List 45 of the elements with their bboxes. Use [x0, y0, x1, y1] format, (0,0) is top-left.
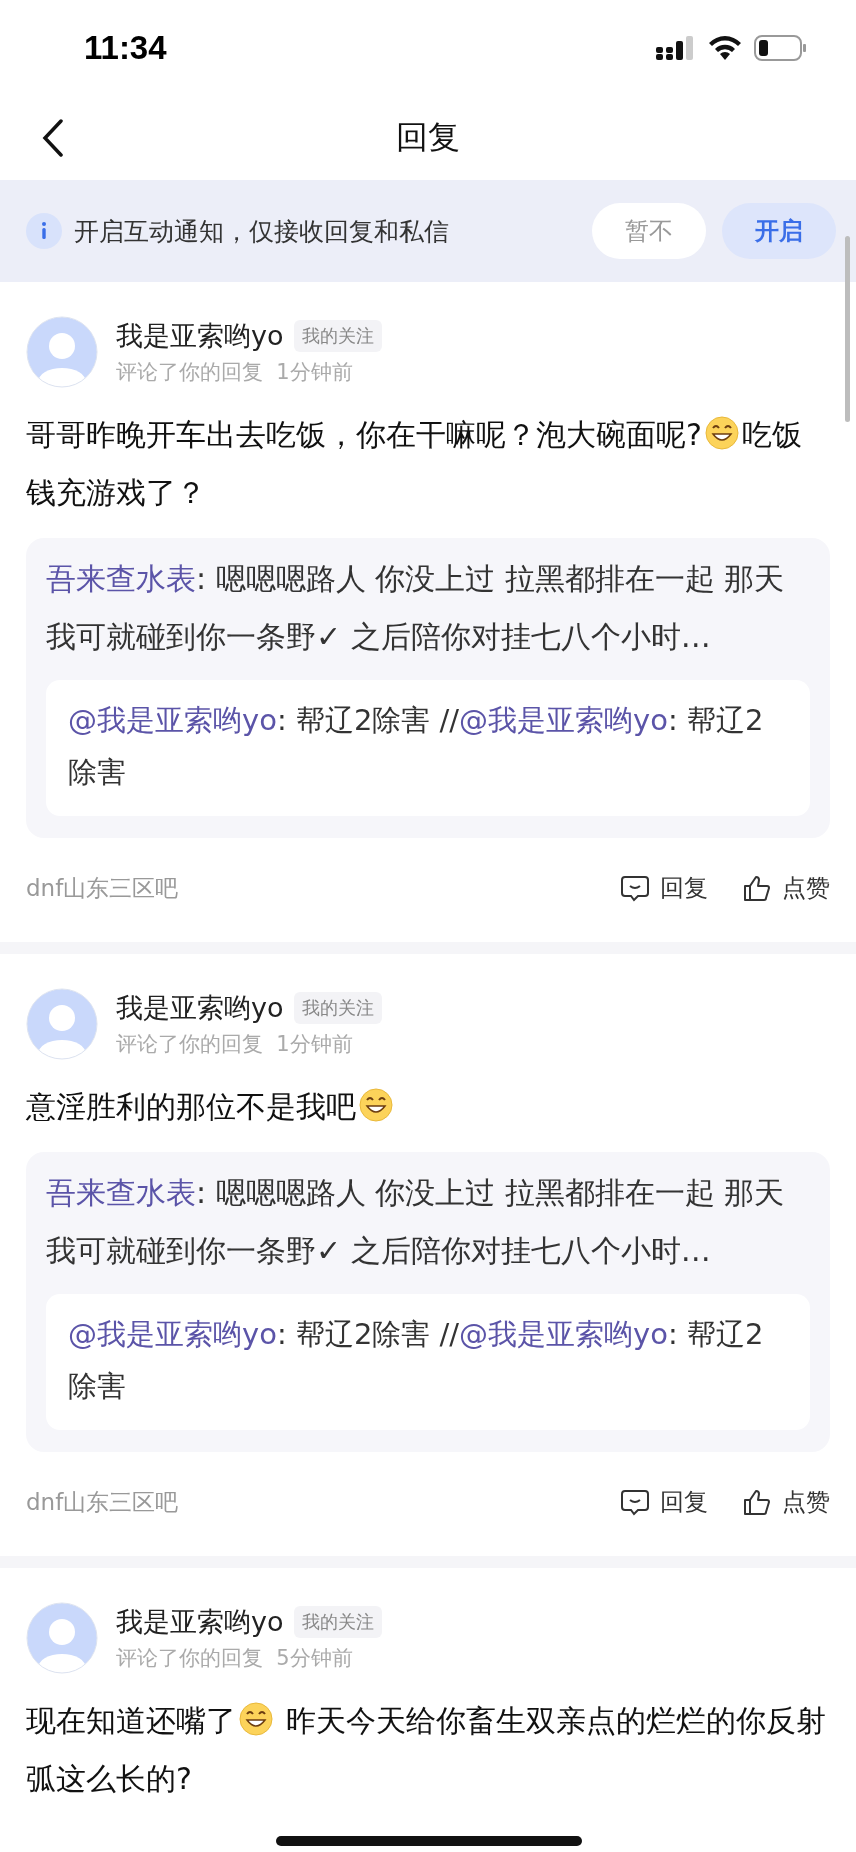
emoji-icon — [358, 1087, 394, 1123]
follow-tag: 我的关注 — [293, 1606, 382, 1638]
avatar — [26, 316, 98, 388]
quote-text: 吾来查水表: 嗯嗯嗯路人 你没上过 拉黑都排在一起 那天我可就碰到你一条野✓ 之后陪你对挂七八个小时… — [46, 1174, 786, 1270]
signal-icon — [656, 35, 696, 60]
like-button[interactable]: 点赞 — [742, 872, 830, 904]
mention-link[interactable]: @我是亚索哟yo — [68, 703, 277, 737]
thumbs-up-icon — [742, 1487, 772, 1517]
username[interactable]: 我是亚索哟yo — [116, 1604, 284, 1640]
mention-link[interactable]: @我是亚索哟yo — [459, 703, 668, 737]
status-time: 11:34 — [84, 28, 167, 67]
reply-button[interactable]: 回复 — [620, 1486, 708, 1518]
thumbs-up-icon — [742, 873, 772, 903]
author-link[interactable]: 吾来查水表 — [46, 561, 196, 596]
reply-text: 哥哥昨晚开车出去吃饭，你在干嘛呢？泡大碗面呢? 吃饭钱充游戏了？ — [26, 414, 803, 512]
author-link[interactable]: 吾来查水表 — [46, 1175, 196, 1210]
battery-icon — [754, 34, 808, 61]
back-icon[interactable] — [42, 119, 64, 157]
follow-tag: 我的关注 — [293, 992, 382, 1024]
reply-meta: 评论了你的回复 5分钟前 — [116, 1645, 354, 1672]
username[interactable]: 我是亚索哟yo — [116, 990, 284, 1026]
quote-text: 吾来查水表: 嗯嗯嗯路人 你没上过 拉黑都排在一起 那天我可就碰到你一条野✓ 之后陪你对挂七八个小时… — [46, 560, 786, 656]
emoji-icon — [238, 1701, 274, 1737]
mention-link[interactable]: @我是亚索哟yo — [68, 1317, 277, 1351]
comment-icon — [620, 1487, 650, 1517]
enable-button[interactable]: 开启 — [722, 203, 836, 259]
reply-meta: 评论了你的回复 1分钟前 — [116, 1031, 354, 1058]
mention-link[interactable]: @我是亚索哟yo — [459, 1317, 668, 1351]
nested-text: @我是亚索哟yo: 帮辽2除害 //@我是亚索哟yo: 帮辽2除害 — [68, 1316, 765, 1405]
wifi-icon — [708, 34, 742, 61]
page-title: 回复 — [396, 116, 460, 158]
banner-text: 开启互动通知，仅接收回复和私信 — [74, 215, 450, 248]
comment-icon — [620, 873, 650, 903]
avatar — [26, 1602, 98, 1674]
reply-text: 现在知道还嘴了 昨天今天给你畜生双亲点的烂烂的你反射弧这么长的? — [26, 1700, 827, 1798]
emoji-icon — [703, 415, 740, 451]
reply-button[interactable]: 回复 — [620, 872, 708, 904]
nested-text: @我是亚索哟yo: 帮辽2除害 //@我是亚索哟yo: 帮辽2除害 — [68, 702, 765, 791]
avatar — [26, 988, 98, 1060]
reply-text: 意淫胜利的那位不是我吧 — [26, 1078, 830, 1136]
info-icon — [26, 213, 62, 249]
like-button[interactable]: 点赞 — [742, 1486, 830, 1518]
follow-tag: 我的关注 — [293, 320, 382, 352]
username[interactable]: 我是亚索哟yo — [116, 318, 284, 354]
reply-meta: 评论了你的回复 1分钟前 — [116, 359, 354, 386]
